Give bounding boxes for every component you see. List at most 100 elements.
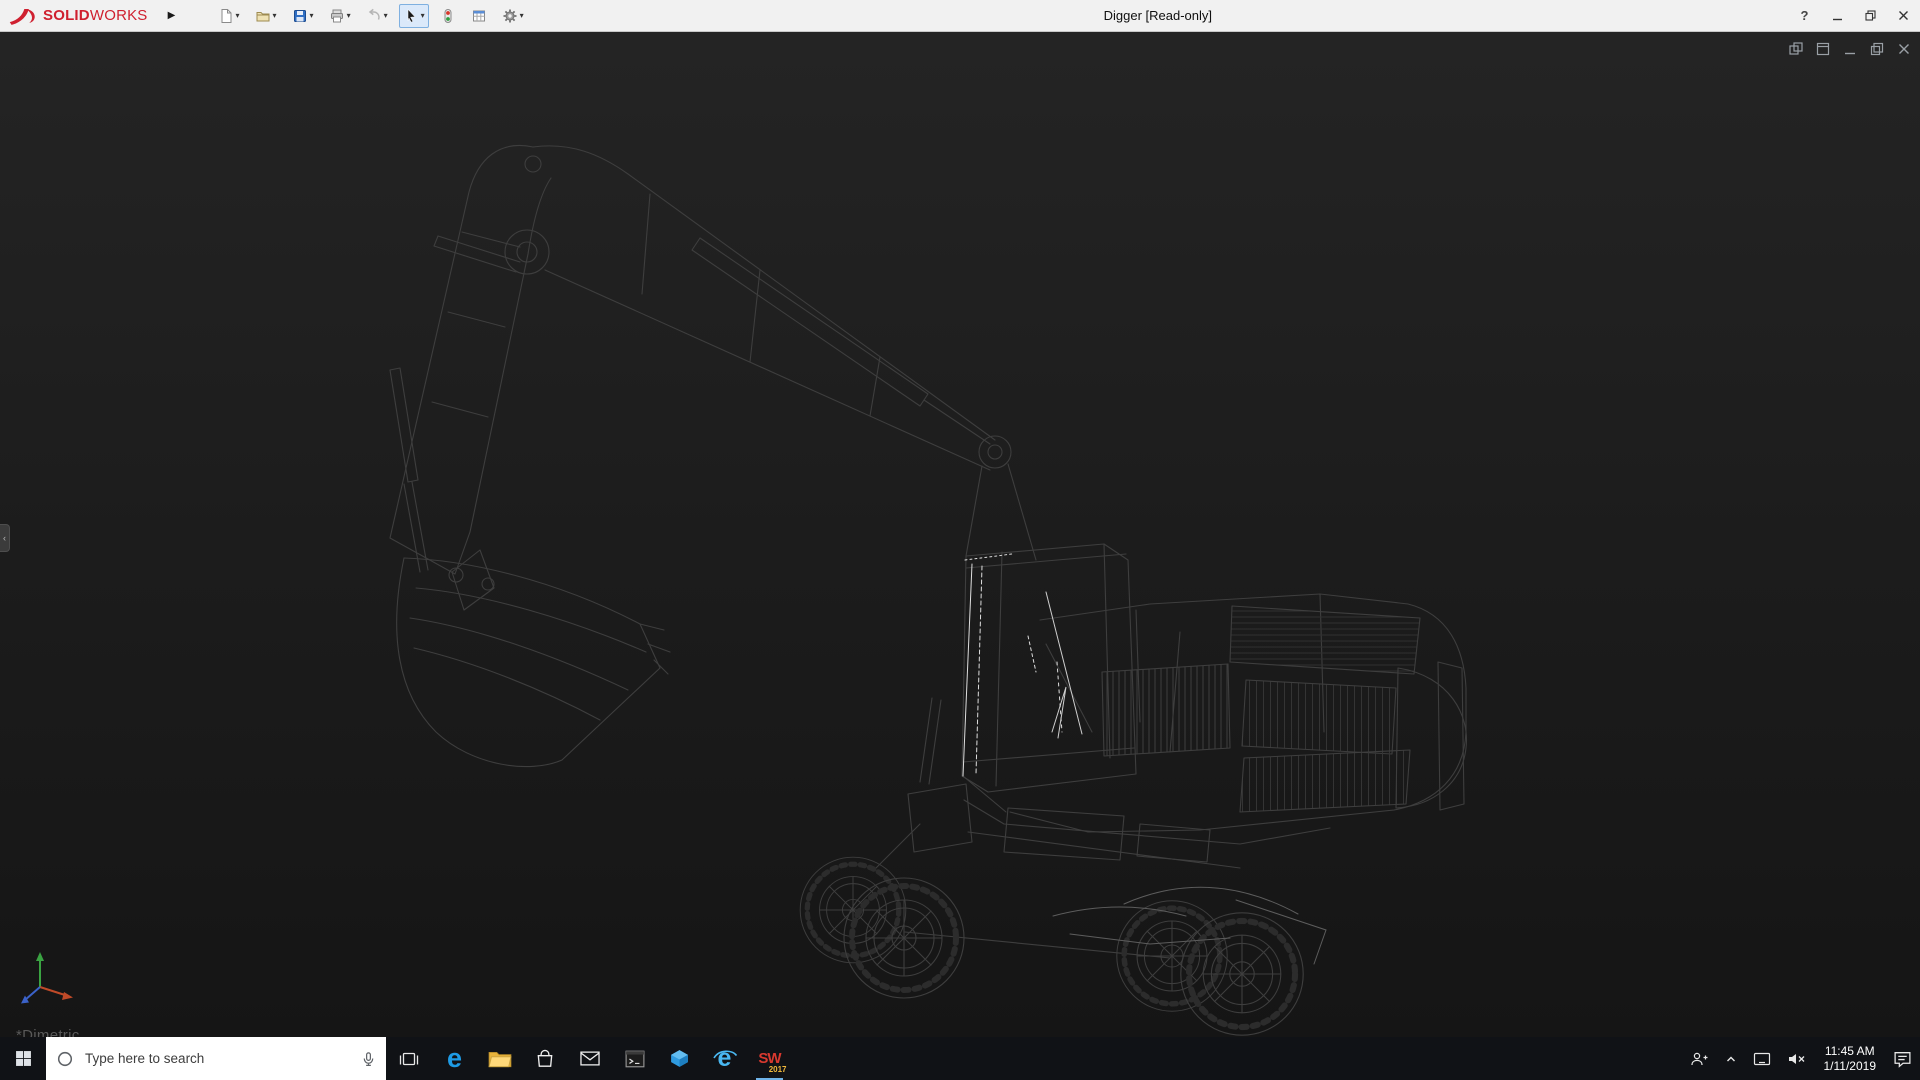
help-button[interactable]: ? [1788,0,1821,31]
new-document-icon [221,8,232,23]
task-view-button[interactable] [386,1037,432,1080]
boom [389,145,1037,575]
clock-time: 11:45 AM [1824,1043,1875,1058]
clock-date: 1/11/2019 [1823,1058,1877,1073]
dropdown-arrow-icon[interactable]: ▾ [310,11,314,20]
microphone-icon[interactable] [361,1051,376,1067]
console-icon [625,1050,644,1067]
quick-toolbar: ▾ ▾ ▾ ▾ ▾ ▾ ▾ [214,3,528,28]
panel-collapse-tab[interactable]: ‹ [0,524,10,552]
graphics-viewport[interactable]: ‹ *Dimetric [0,32,1920,1037]
open-button[interactable]: ▾ [251,4,281,28]
solidworks-2017-icon: SW 2017 [754,1044,786,1074]
z-axis-blue [24,986,41,1001]
chevron-up-icon [1726,1056,1735,1061]
rebuild-stoplight-icon [444,8,452,23]
new-document-button[interactable]: ▾ [214,4,244,28]
taskbar-app-store[interactable] [522,1037,567,1080]
minimize-button[interactable] [1821,0,1854,31]
taskbar-app-console[interactable] [612,1037,657,1080]
solidworks-logo: SOLIDWORKS [0,6,148,26]
save-icon [293,9,306,22]
orientation-triad [21,952,73,1004]
brand-text: SOLIDWORKS [43,7,148,24]
mail-icon [579,1051,600,1066]
select-arrow-icon [407,8,416,23]
taskbar-app-internet-explorer[interactable]: e [702,1037,747,1080]
menu-expand-arrow[interactable]: ▶ [164,10,180,21]
options-button[interactable]: ▾ [498,4,528,28]
bucket [396,549,671,768]
restore-icon [1865,10,1876,21]
doc-restore-icon[interactable] [1869,41,1885,57]
options-gear-icon [503,9,517,22]
dropdown-arrow-icon[interactable]: ▾ [520,11,524,20]
file-explorer-icon [488,1051,511,1067]
internet-explorer-icon: e [712,1046,738,1072]
taskbar-app-file-explorer[interactable] [477,1037,522,1080]
brand-works: WORKS [89,7,148,24]
brand-solid: SOLID [43,7,90,24]
task-view-icon [399,1052,419,1065]
rebuild-button[interactable] [436,4,460,28]
sw-year-badge: 2017 [768,1064,787,1074]
people-icon [1690,1052,1707,1065]
windows-logo-icon [15,1051,31,1066]
search-input[interactable] [83,1050,352,1067]
dropdown-arrow-icon[interactable]: ▾ [273,11,277,20]
tablet-icon [1753,1052,1770,1065]
volume-button[interactable] [1779,1037,1815,1080]
system-tray: 11:45 AM 1/11/2019 [1681,1037,1920,1080]
doc-tab-icon[interactable] [1815,41,1831,57]
window-controls: ? [1788,0,1920,31]
file-properties-button[interactable] [467,4,491,28]
wireframe-excavator [389,145,1468,1037]
action-center-button[interactable] [1885,1037,1920,1080]
minimize-icon [1833,18,1842,21]
taskbar-app-edge[interactable]: e [432,1037,477,1080]
cortana-circle-icon [57,1051,73,1066]
view-orientation-label: *Dimetric [16,1027,80,1037]
doc-close-icon[interactable] [1896,41,1912,57]
store-bag-icon [537,1049,552,1067]
titlebar: SOLIDWORKS ▶ ▾ ▾ ▾ ▾ ▾ ▾ ▾ Digger [Read-… [0,0,1920,32]
select-button[interactable]: ▾ [398,3,429,28]
windows-taskbar: e [0,1037,1920,1080]
dropdown-arrow-icon[interactable]: ▾ [347,11,351,20]
show-hidden-icons-button[interactable] [1717,1037,1745,1080]
undo-icon [368,8,380,20]
document-title: Digger [Read-only] [1103,8,1212,23]
close-button[interactable] [1887,0,1920,31]
close-icon [1899,11,1908,20]
dropdown-arrow-icon[interactable]: ▾ [384,11,388,20]
taskbar-clock[interactable]: 11:45 AM 1/11/2019 [1815,1044,1886,1074]
taskbar-app-3d-viewer[interactable] [657,1037,702,1080]
document-window-controls [1788,41,1912,57]
taskbar-app-mail[interactable] [567,1037,612,1080]
ie-ring [712,1050,737,1058]
taskbar-search[interactable] [46,1037,386,1080]
restore-button[interactable] [1854,0,1887,31]
dropdown-arrow-icon[interactable]: ▾ [236,11,240,20]
people-button[interactable] [1681,1037,1717,1080]
print-button[interactable]: ▾ [325,4,355,28]
dropdown-arrow-icon[interactable]: ▾ [421,11,425,20]
doc-tab-icon[interactable] [1788,41,1804,57]
undo-button[interactable]: ▾ [362,4,392,28]
action-center-icon [1894,1052,1911,1068]
sw-letters: SW [758,1050,781,1067]
3d-cube-icon [671,1050,688,1067]
highlight-edges [962,553,1083,777]
print-icon [330,9,343,22]
edge-icon: e [446,1043,463,1073]
start-button[interactable] [0,1037,46,1080]
file-properties-icon [472,10,485,21]
tablet-status-button[interactable] [1745,1037,1779,1080]
taskbar-app-solidworks[interactable]: SW 2017 [747,1037,792,1080]
doc-minimize-icon[interactable] [1842,41,1858,57]
ds-logo-icon [9,8,35,25]
solidworks-window: SOLIDWORKS ▶ ▾ ▾ ▾ ▾ ▾ ▾ ▾ Digger [Read-… [0,0,1920,1080]
volume-muted-icon [1788,1053,1804,1064]
save-button[interactable]: ▾ [288,4,318,28]
open-folder-icon [256,11,270,21]
